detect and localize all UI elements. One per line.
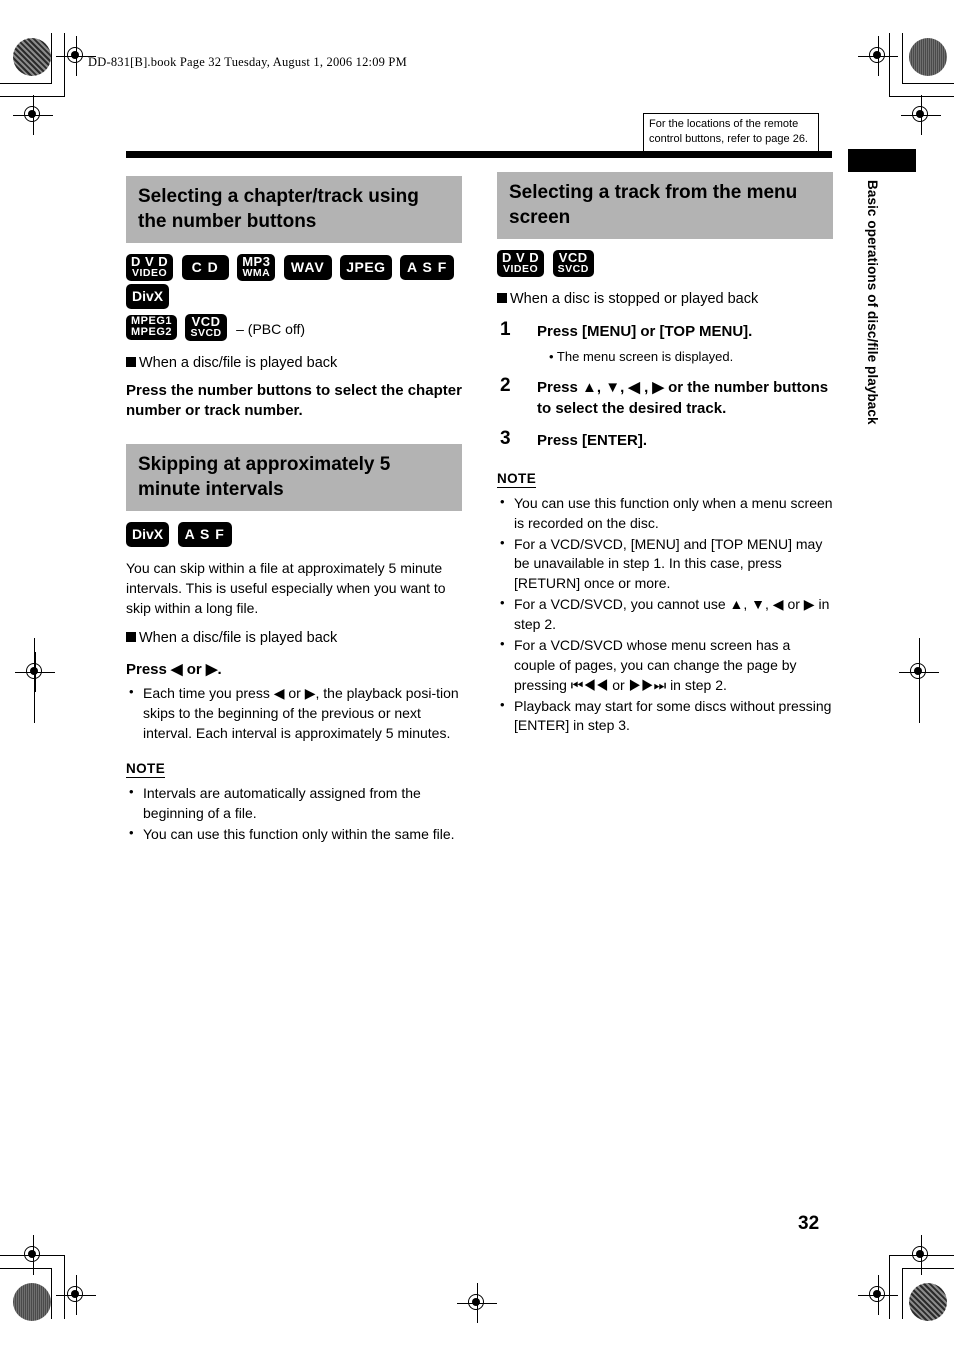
- list-item: For a VCD/SVCD whose menu screen has a c…: [497, 635, 833, 696]
- step-text: Press [MENU] or [TOP MENU].: [537, 322, 753, 340]
- registration-dot: [909, 1283, 947, 1321]
- badge-asf: A S F: [400, 255, 455, 281]
- step-text: Press [ENTER].: [537, 431, 648, 449]
- page-canvas: DD-831[B].book Page 32 Tuesday, August 1…: [0, 0, 954, 1351]
- step-number: 3: [500, 427, 511, 449]
- condition-label: When a disc/file is played back: [139, 355, 338, 372]
- format-badges-skipping: DivX A S F: [126, 522, 462, 550]
- page-number: 32: [798, 1213, 820, 1234]
- note-bullet-list: Intervals are automatically assigned fro…: [126, 783, 462, 845]
- press-arrows-instruction: Press ◀ or ▶.: [126, 661, 222, 679]
- section-heading-number-buttons: Selecting a chapter/track using the numb…: [126, 176, 462, 244]
- note-heading: NOTE: [497, 470, 537, 488]
- condition-stopped-or-played: When a disc is stopped or played back: [497, 290, 833, 310]
- right-column: Selecting a track from the menu screen D…: [497, 172, 833, 737]
- badge-asf: A S F: [177, 522, 232, 548]
- list-item: You can use this function only within th…: [126, 824, 462, 845]
- badge-vcd-svcd: VCD SVCD: [552, 250, 594, 278]
- left-column: Selecting a chapter/track using the numb…: [126, 176, 462, 846]
- instruction-number-buttons: Press the number buttons to select the c…: [126, 381, 462, 420]
- black-square-icon: [497, 293, 507, 304]
- step-3: 3 Press [ENTER].: [497, 427, 833, 452]
- registration-crosshair: [901, 1235, 941, 1275]
- pbc-off-note: – (PBC off): [236, 321, 306, 338]
- reference-box: For the locations of the remote control …: [643, 113, 819, 152]
- crop-line: [902, 83, 954, 84]
- crop-line: [0, 83, 52, 84]
- registration-crosshair: [901, 95, 941, 135]
- skipping-bullet-list: Each time you press ◀ or ▶, the playback…: [126, 683, 462, 744]
- registration-crosshair: [13, 95, 53, 135]
- badge-cd: C D: [181, 255, 229, 281]
- list-item: You can use this function only when a me…: [497, 493, 833, 534]
- badge-dvd-video: D V D VIDEO: [126, 254, 174, 282]
- registration-crosshair: [899, 652, 939, 692]
- list-item: For a VCD/SVCD, you cannot use ▲, ▼, ◀ o…: [497, 594, 833, 635]
- black-square-icon: [126, 357, 136, 368]
- registration-crosshair: [13, 1235, 53, 1275]
- note-block: You can use this function only when a me…: [497, 493, 833, 737]
- badge-mpeg1-mpeg2: MPEG1 MPEG2: [126, 314, 178, 341]
- registration-dot: [13, 1283, 51, 1321]
- condition-played-back: When a disc/file is played back: [126, 354, 462, 374]
- note-bullet-list: You can use this function only when a me…: [497, 493, 833, 737]
- badge-wav: WAV: [283, 255, 332, 281]
- registration-crosshair: [56, 1275, 96, 1315]
- step-1: 1 Press [MENU] or [TOP MENU].: [497, 318, 833, 343]
- step-number: 1: [500, 318, 511, 340]
- crop-line: [902, 1268, 903, 1319]
- crop-line: [902, 33, 903, 84]
- registration-crosshair: [858, 36, 898, 76]
- section-heading-skipping: Skipping at approximately 5 minute inter…: [126, 444, 462, 512]
- badge-mp3-wma: MP3 WMA: [237, 254, 276, 282]
- crop-line: [51, 33, 52, 84]
- registration-crosshair: [457, 1283, 497, 1323]
- registration-crosshair: [858, 1275, 898, 1315]
- registration-crosshair: [15, 652, 55, 692]
- step-1-subnote: • The menu screen is displayed.: [549, 348, 734, 364]
- format-badges-row-2: MPEG1 MPEG2 VCD SVCD – (PBC off): [126, 314, 462, 344]
- section-heading-menu-screen: Selecting a track from the menu screen: [497, 172, 833, 240]
- badge-vcd-svcd: VCD SVCD: [185, 314, 227, 342]
- condition-label: When a disc is stopped or played back: [510, 291, 759, 308]
- format-badges-row-1: D V D VIDEO C D MP3 WMA WAV JPEG A S F D…: [126, 254, 462, 312]
- side-tab-marker: [848, 149, 916, 172]
- skipping-body-text: You can skip within a file at approximat…: [126, 560, 446, 616]
- condition-played-back: When a disc/file is played back: [126, 629, 462, 649]
- list-item: For a VCD/SVCD, [MENU] and [TOP MENU] ma…: [497, 534, 833, 595]
- format-badges-menu-screen: D V D VIDEO VCD SVCD: [497, 250, 833, 280]
- badge-jpeg: JPEG: [340, 255, 392, 281]
- side-tab-label: Basic operations of disc/file playback: [865, 180, 880, 425]
- list-item: Each time you press ◀ or ▶, the playback…: [126, 683, 462, 744]
- condition-label: When a disc/file is played back: [139, 629, 338, 646]
- list-item: Playback may start for some discs withou…: [497, 696, 833, 737]
- badge-dvd-video: D V D VIDEO: [497, 250, 545, 278]
- badge-divx: DivX: [126, 522, 170, 548]
- list-item: Intervals are automatically assigned fro…: [126, 783, 462, 824]
- step-2: 2 Press ▲, ▼, ◀ , ▶ or the number button…: [497, 374, 833, 419]
- registration-dot: [909, 38, 947, 76]
- step-text: Press ▲, ▼, ◀ , ▶ or the number buttons …: [537, 378, 829, 417]
- registration-dot: [13, 38, 51, 76]
- note-block: Intervals are automatically assigned fro…: [126, 783, 462, 845]
- note-heading: NOTE: [126, 760, 166, 778]
- badge-divx: DivX: [126, 284, 170, 310]
- header-rule: [126, 151, 832, 158]
- black-square-icon: [126, 631, 136, 642]
- step-number: 2: [500, 374, 511, 396]
- crop-line: [51, 1268, 52, 1319]
- file-header: DD-831[B].book Page 32 Tuesday, August 1…: [88, 55, 407, 69]
